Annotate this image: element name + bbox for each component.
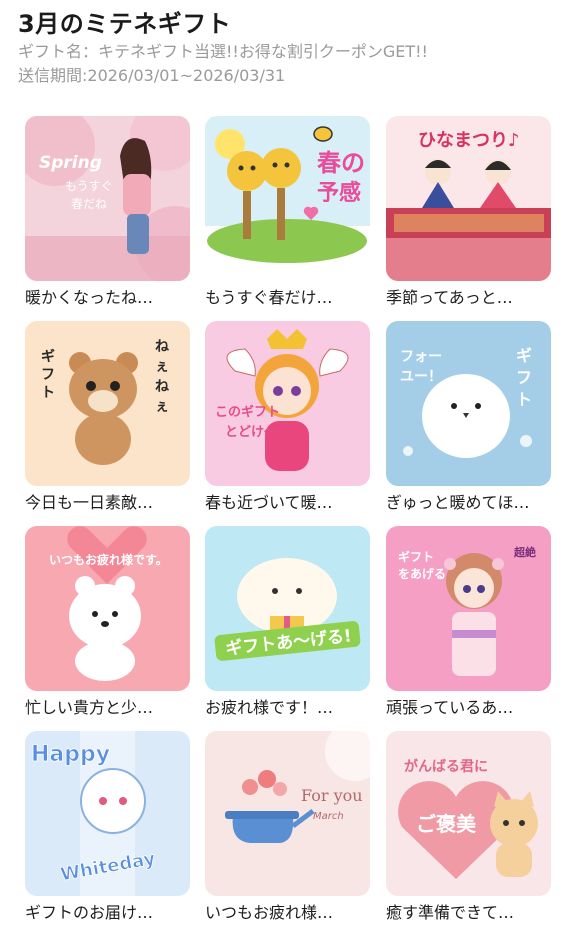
gift-thumbnail[interactable]: 春の 予感 (205, 116, 370, 281)
gift-card[interactable]: このギフト とどけ〜 春も近づいて暖… (205, 321, 370, 514)
art-text: もうすぐ (65, 179, 113, 193)
gift-image-hinamatsuri: ひなまつり♪ (386, 116, 551, 281)
gift-caption: いつもお疲れ様… (205, 903, 334, 922)
gift-caption: もうすぐ春だけ… (205, 288, 333, 307)
gift-image-snow-bird: ギ フ ト フォー ユー！ (386, 321, 551, 486)
gift-thumbnail[interactable]: いつもお疲れ様です。 (25, 526, 190, 691)
gift-caption: 季節ってあっと… (386, 288, 513, 307)
gift-thumbnail[interactable]: For you March (205, 731, 370, 896)
gift-image-whiteday: Happy Whiteday (25, 731, 190, 896)
art-text: ト (516, 390, 532, 409)
gift-caption: 春も近づいて暖… (205, 493, 333, 512)
gift-thumbnail[interactable]: ひなまつり♪ (386, 116, 551, 281)
gift-caption: 暖かくなったね… (25, 288, 154, 307)
gift-card[interactable]: いつもお疲れ様です。 忙しい貴方と少… (25, 526, 190, 719)
gift-thumbnail[interactable]: がんばる君に ご褒美 (386, 731, 551, 896)
gift-card[interactable]: ひなまつり♪ 季節ってあっと… (386, 116, 551, 309)
gift-thumbnail[interactable]: ギフトあ〜げる! (205, 526, 370, 691)
gift-card[interactable]: ギ フ ト フォー ユー！ ぎゅっと暖めてほ… (386, 321, 551, 514)
art-text: ひなまつり♪ (418, 130, 520, 151)
gift-thumbnail[interactable]: このギフト とどけ〜 (205, 321, 370, 486)
art-text: ギ (516, 346, 532, 365)
gift-image-gift-bunny: ギフトあ〜げる! (205, 526, 370, 691)
gift-image-angel-girl: このギフト とどけ〜 (205, 321, 370, 486)
gift-card[interactable]: Happy Whiteday ギフトのお届け… (25, 731, 190, 924)
gift-caption: 癒す準備できて… (386, 903, 515, 922)
gift-thumbnail[interactable]: ギ フ ト フォー ユー！ (386, 321, 551, 486)
gift-card[interactable]: For you March いつもお疲れ様… (205, 731, 370, 924)
gift-image-polar-bear: いつもお疲れ様です。 (25, 526, 190, 691)
art-text: 超絶 (513, 545, 536, 559)
gift-name-text: ギフト名：キテネギフト当選!!お得な割引クーポンGET!! (18, 42, 428, 61)
art-text: ぇ (155, 399, 169, 415)
art-text: March (313, 811, 344, 822)
art-text: Happy (31, 742, 110, 767)
send-period-text: 送信期間:2026/03/01~2026/03/31 (18, 66, 286, 85)
gift-caption: 頑張っているあ… (386, 698, 514, 717)
gift-thumbnail[interactable]: Spring もうすぐ 春だね (25, 116, 190, 281)
art-text: をあげる (398, 566, 446, 581)
gift-card[interactable]: がんばる君に ご褒美 癒す準備できて… (386, 731, 551, 924)
art-text: フォー (400, 349, 442, 365)
art-text: ギフト (398, 549, 434, 564)
art-text: 春だね (71, 197, 107, 211)
gift-caption: お疲れ様です！… (205, 698, 334, 717)
art-text: このギフト (215, 404, 280, 420)
gift-image-for-you: For you March (205, 731, 370, 896)
art-text: ね (155, 339, 169, 355)
art-text: ね (155, 379, 169, 395)
gift-image-spring-bees: 春の 予感 (205, 116, 370, 281)
page-title: 3月のミテネギフト (18, 10, 232, 38)
art-text: フ (41, 367, 55, 383)
page-header: 3月のミテネギフト ギフト名：キテネギフト当選!!お得な割引クーポンGET!! … (18, 8, 558, 88)
gift-card[interactable]: ギ フ ト ね ぇ ね ぇ 今日も一日素敵… (25, 321, 190, 514)
gift-image-kimono-girl: ギフト をあげる 超絶 (386, 526, 551, 691)
art-text: ギ (41, 348, 55, 365)
art-text: ユー！ (400, 369, 442, 385)
gift-card[interactable]: 春の 予感 もうすぐ春だけ… (205, 116, 370, 309)
gift-image-bear: ギ フ ト ね ぇ ね ぇ (25, 321, 190, 486)
art-text: がんばる君に (404, 758, 488, 775)
art-text: Spring (39, 153, 102, 173)
art-text: 予感 (317, 180, 361, 206)
art-text: ト (41, 385, 55, 401)
gift-caption: ギフトのお届け… (25, 903, 154, 922)
gift-card[interactable]: Spring もうすぐ 春だね 暖かくなったね… (25, 116, 190, 309)
gift-card[interactable]: ギフトあ〜げる! お疲れ様です！… (205, 526, 370, 719)
gift-image-spring-girl: Spring もうすぐ 春だね (25, 116, 190, 281)
gift-image-reward-cat: がんばる君に ご褒美 (386, 731, 551, 896)
gift-caption: 今日も一日素敵… (25, 493, 154, 512)
art-text: 春の (317, 149, 365, 177)
gift-thumbnail[interactable]: Happy Whiteday (25, 731, 190, 896)
art-text: ぇ (155, 359, 169, 375)
gift-thumbnail[interactable]: ギフト をあげる 超絶 (386, 526, 551, 691)
gift-caption: 忙しい貴方と少… (25, 698, 154, 717)
gift-caption: ぎゅっと暖めてほ… (386, 493, 530, 512)
art-text: For you (301, 786, 363, 805)
gift-card[interactable]: ギフト をあげる 超絶 頑張っているあ… (386, 526, 551, 719)
art-text: とどけ〜 (225, 425, 277, 440)
gift-thumbnail[interactable]: ギ フ ト ね ぇ ね ぇ (25, 321, 190, 486)
art-text: いつもお疲れ様です。 (49, 552, 168, 567)
art-text: フ (516, 368, 532, 387)
art-text: ご褒美 (416, 812, 477, 836)
